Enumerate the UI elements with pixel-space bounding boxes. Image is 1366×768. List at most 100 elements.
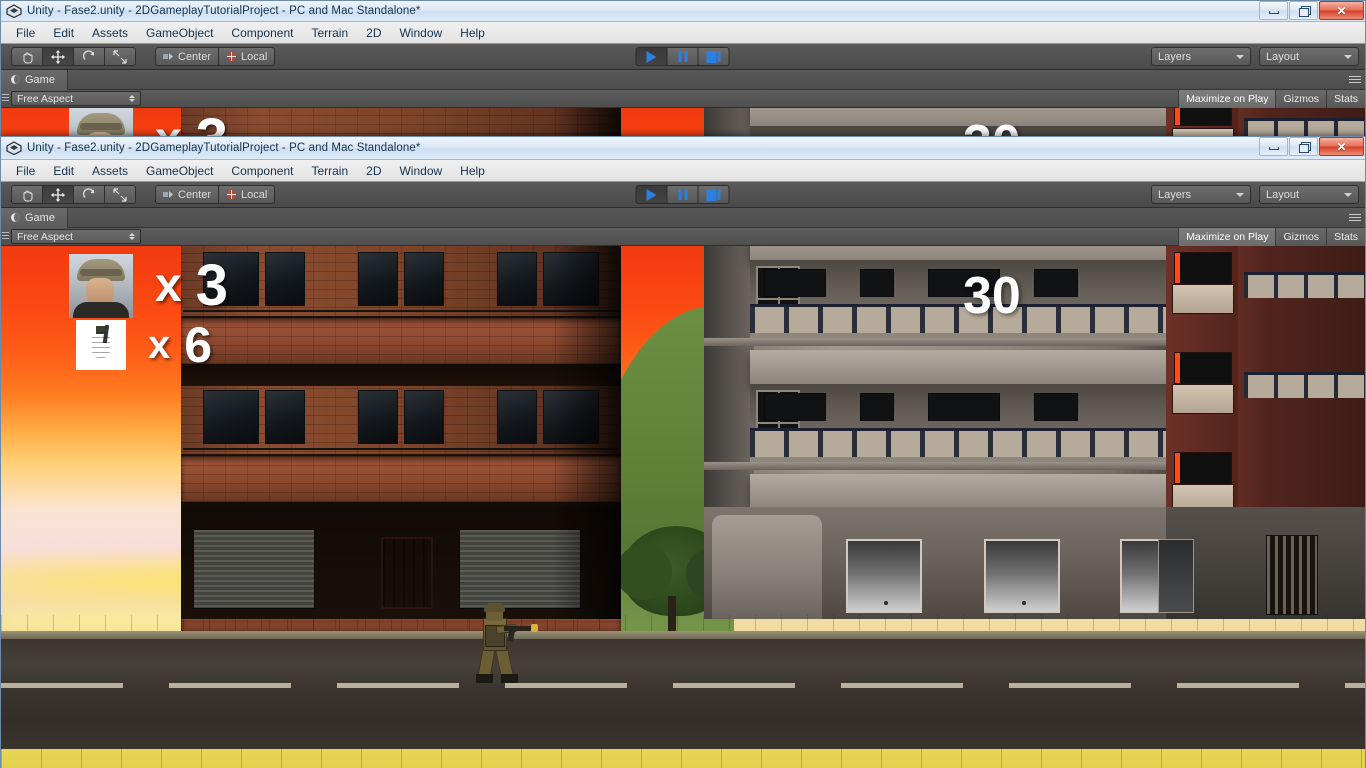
hand-tool-button[interactable] bbox=[11, 47, 43, 66]
menu-help[interactable]: Help bbox=[451, 162, 494, 180]
maroon-window-2 bbox=[1174, 352, 1232, 384]
step-button[interactable] bbox=[697, 47, 730, 66]
minimize-button[interactable] bbox=[1259, 1, 1288, 20]
layers-dropdown[interactable]: Layers bbox=[1151, 185, 1251, 204]
tab-game[interactable]: Game bbox=[1, 207, 68, 228]
menu-assets[interactable]: Assets bbox=[83, 162, 137, 180]
menu-terrain[interactable]: Terrain bbox=[302, 24, 357, 42]
play-button[interactable] bbox=[635, 47, 668, 66]
tab-game-label: Game bbox=[25, 73, 55, 86]
concrete-windows-1 bbox=[764, 266, 1156, 300]
move-tool-button[interactable] bbox=[42, 47, 74, 66]
gameview-bar-right: Maximize on Play Gizmos Stats bbox=[1178, 228, 1365, 246]
restore-button[interactable] bbox=[1289, 1, 1318, 20]
dock-menu-icon[interactable] bbox=[1349, 74, 1361, 85]
globe-icon bbox=[226, 51, 237, 62]
maximize-on-play-button[interactable]: Maximize on Play bbox=[1178, 90, 1276, 108]
titlebar-front[interactable]: Unity - Fase2.unity - 2DGameplayTutorial… bbox=[1, 137, 1365, 160]
close-icon: ✕ bbox=[1336, 139, 1347, 154]
aspect-ratio-label: Free Aspect bbox=[17, 230, 74, 243]
layout-label: Layout bbox=[1266, 50, 1300, 63]
hud-grenade-row: x 6 bbox=[76, 320, 228, 370]
step-button[interactable] bbox=[697, 185, 730, 204]
restore-button[interactable] bbox=[1289, 137, 1318, 156]
menu-gameobject[interactable]: GameObject bbox=[137, 162, 222, 180]
transform-tool-group bbox=[11, 47, 136, 66]
stats-button[interactable]: Stats bbox=[1326, 228, 1365, 246]
game-view[interactable]: x 3 x 6 30 bbox=[1, 246, 1365, 768]
rotate-tool-button[interactable] bbox=[73, 47, 105, 66]
grenade-multiplier: x bbox=[148, 323, 171, 367]
maroon-railing-1 bbox=[1244, 272, 1365, 298]
brick-side-shading bbox=[551, 246, 621, 619]
concrete-floor-1 bbox=[704, 246, 1166, 346]
pause-button[interactable] bbox=[666, 185, 699, 204]
close-button[interactable]: ✕ bbox=[1319, 137, 1364, 156]
tab-game-label: Game bbox=[25, 211, 55, 224]
drag-handle-icon[interactable] bbox=[2, 92, 9, 103]
gameview-back[interactable]: x 3 30 bbox=[1, 108, 1365, 136]
menu-assets[interactable]: Assets bbox=[83, 24, 137, 42]
pivot-local-button[interactable]: Local bbox=[218, 185, 276, 204]
chevron-down-icon bbox=[1344, 192, 1352, 197]
concrete-slab-1 bbox=[704, 338, 1166, 346]
window-controls: ✕ bbox=[1259, 1, 1364, 20]
lives-count-back: 3 bbox=[196, 111, 228, 137]
roller-shutter-left bbox=[193, 529, 315, 609]
toolbar-back: Center Local Layers Layout bbox=[1, 44, 1365, 70]
drag-handle-icon[interactable] bbox=[2, 230, 9, 241]
maximize-on-play-button[interactable]: Maximize on Play bbox=[1178, 228, 1276, 246]
move-tool-button[interactable] bbox=[42, 185, 74, 204]
menu-2d[interactable]: 2D bbox=[357, 162, 390, 180]
layers-dropdown[interactable]: Layers bbox=[1151, 47, 1251, 66]
scale-tool-button[interactable] bbox=[104, 47, 136, 66]
maroon-building bbox=[1158, 246, 1365, 619]
menu-window[interactable]: Window bbox=[390, 162, 451, 180]
menu-edit[interactable]: Edit bbox=[44, 24, 83, 42]
menu-gameobject[interactable]: GameObject bbox=[137, 24, 222, 42]
shop-shutter-2 bbox=[984, 539, 1060, 613]
soldier-portrait-icon bbox=[69, 254, 133, 318]
pivot-local-button[interactable]: Local bbox=[218, 47, 276, 66]
titlebar-back[interactable]: Unity - Fase2.unity - 2DGameplayTutorial… bbox=[1, 1, 1365, 22]
tab-game[interactable]: Game bbox=[1, 69, 68, 90]
menu-component[interactable]: Component bbox=[222, 162, 302, 180]
menu-help[interactable]: Help bbox=[451, 24, 494, 42]
maroon-door bbox=[1158, 539, 1194, 613]
screen-root: Unity - Fase2.unity - 2DGameplayTutorial… bbox=[0, 0, 1366, 768]
menu-2d[interactable]: 2D bbox=[357, 24, 390, 42]
aspect-ratio-dropdown[interactable]: Free Aspect bbox=[11, 229, 141, 244]
menu-edit[interactable]: Edit bbox=[44, 162, 83, 180]
pivot-center-label: Center bbox=[178, 188, 212, 201]
pivot-center-button[interactable]: Center bbox=[155, 47, 220, 66]
close-button[interactable]: ✕ bbox=[1319, 1, 1364, 20]
hud-lives-row-back: x 3 bbox=[69, 108, 228, 136]
gizmos-button[interactable]: Gizmos bbox=[1275, 90, 1327, 108]
aspect-ratio-dropdown[interactable]: Free Aspect bbox=[11, 91, 141, 106]
menu-file[interactable]: File bbox=[7, 162, 44, 180]
layout-dropdown[interactable]: Layout bbox=[1259, 185, 1359, 204]
menu-component[interactable]: Component bbox=[222, 24, 302, 42]
curb bbox=[1, 631, 1365, 639]
stats-button[interactable]: Stats bbox=[1326, 90, 1365, 108]
hand-tool-button[interactable] bbox=[11, 185, 43, 204]
scale-tool-button[interactable] bbox=[104, 185, 136, 204]
menubar-front: File Edit Assets GameObject Component Te… bbox=[1, 160, 1365, 182]
chevron-down-icon bbox=[1344, 54, 1352, 59]
menu-window[interactable]: Window bbox=[390, 24, 451, 42]
gizmos-button[interactable]: Gizmos bbox=[1275, 228, 1327, 246]
rotate-tool-button[interactable] bbox=[73, 185, 105, 204]
unity-logo-icon bbox=[6, 141, 22, 155]
play-button[interactable] bbox=[635, 185, 668, 204]
concrete-slab-2 bbox=[704, 462, 1166, 470]
playback-group bbox=[635, 47, 730, 66]
pause-button[interactable] bbox=[666, 47, 699, 66]
pivot-center-button[interactable]: Center bbox=[155, 185, 220, 204]
grenade-icon bbox=[76, 320, 126, 370]
window-title: Unity - Fase2.unity - 2DGameplayTutorial… bbox=[27, 142, 421, 154]
menu-file[interactable]: File bbox=[7, 24, 44, 42]
menu-terrain[interactable]: Terrain bbox=[302, 162, 357, 180]
dock-menu-icon[interactable] bbox=[1349, 212, 1361, 223]
minimize-button[interactable] bbox=[1259, 137, 1288, 156]
layout-dropdown[interactable]: Layout bbox=[1259, 47, 1359, 66]
